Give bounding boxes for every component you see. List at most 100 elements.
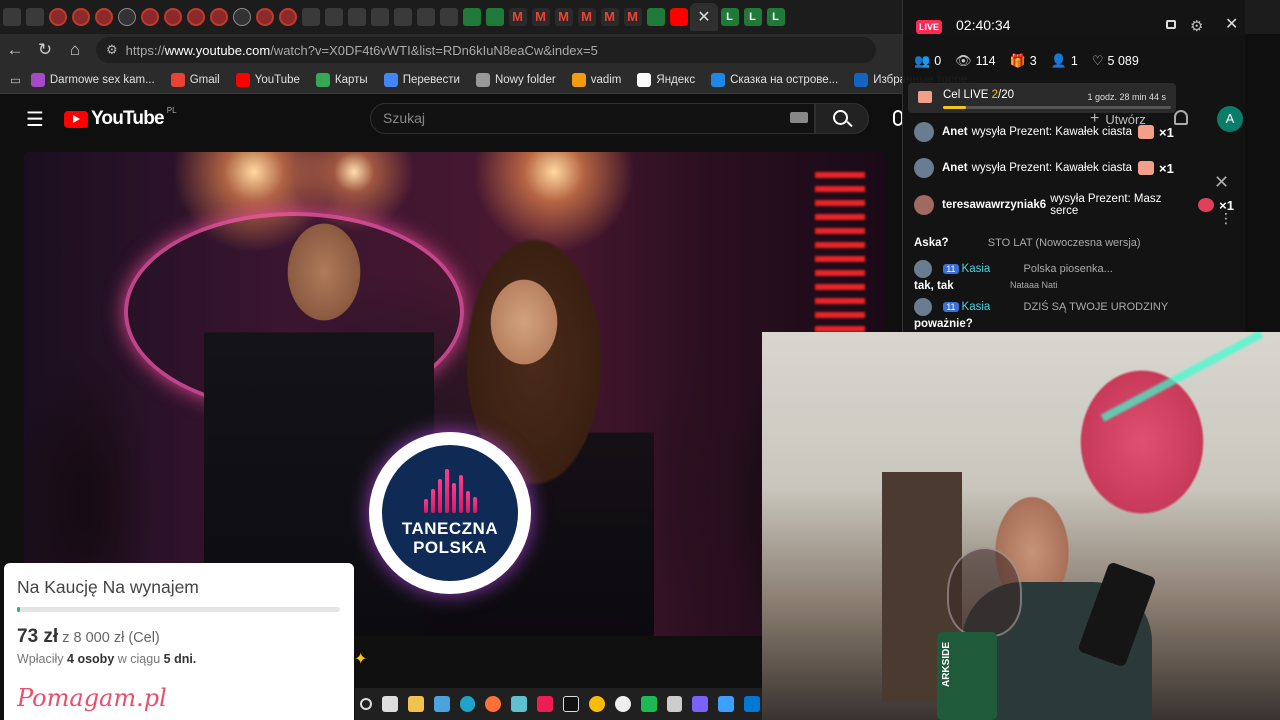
tab-favicon-icon[interactable]: [278, 8, 297, 26]
tab-favicon-icon[interactable]: [71, 8, 90, 26]
reading-list-icon[interactable]: ▭: [10, 73, 21, 87]
tab-favicon-icon[interactable]: [209, 8, 228, 26]
tab-favicon-icon[interactable]: [255, 8, 274, 26]
avatar: [914, 158, 934, 178]
gmail-icon[interactable]: M: [623, 8, 642, 26]
more-options-icon[interactable]: ⋮: [1219, 210, 1233, 227]
tab-favicon-icon[interactable]: [393, 8, 412, 26]
tab-favicon-icon[interactable]: L: [766, 8, 785, 26]
goal-time: 1 godz. 28 min 44 s: [1087, 92, 1166, 102]
bookmark-icon: [315, 72, 330, 87]
tab-favicon-icon[interactable]: [324, 8, 343, 26]
globe-icon[interactable]: [232, 8, 251, 26]
tab-favicon-icon[interactable]: [186, 8, 205, 26]
bookmark-item[interactable]: Darmowe sex kam...: [30, 72, 155, 87]
star-icon[interactable]: [640, 696, 657, 712]
chat-message: 11 Kasia Polska piosenka... tak, tak: [914, 260, 1234, 292]
tab-favicon-icon[interactable]: [485, 8, 504, 26]
bookmark-label: Gmail: [189, 73, 220, 86]
tab-favicon-icon[interactable]: [94, 8, 113, 26]
donation-progress-bar: [17, 607, 340, 612]
tab-favicon-icon[interactable]: L: [743, 8, 762, 26]
back-icon[interactable]: ←: [0, 40, 30, 60]
bookmark-item[interactable]: YouTube: [235, 72, 300, 87]
gmail-icon[interactable]: M: [577, 8, 596, 26]
tab-list-icon[interactable]: [2, 8, 21, 26]
tab-favicon-icon[interactable]: [347, 8, 366, 26]
bookmark-icon: [571, 72, 586, 87]
bookmark-item[interactable]: Gmail: [170, 72, 220, 87]
bookmark-item[interactable]: vadim: [571, 72, 621, 87]
search-icon[interactable]: [360, 698, 372, 710]
tab-favicon-icon[interactable]: [646, 8, 665, 26]
gmail-icon[interactable]: M: [531, 8, 550, 26]
edge-icon[interactable]: [459, 696, 476, 712]
tab-favicon-icon[interactable]: [370, 8, 389, 26]
settings-icon[interactable]: ⚙: [1190, 17, 1203, 35]
file-explorer-icon[interactable]: [407, 696, 424, 712]
close-icon[interactable]: ✕: [1225, 14, 1238, 34]
tab-favicon-icon[interactable]: [48, 8, 67, 26]
tab-favicon-icon[interactable]: [140, 8, 159, 26]
account-avatar[interactable]: A: [1217, 106, 1243, 132]
notifications-icon[interactable]: [1174, 110, 1188, 125]
bookmark-icon: [170, 72, 185, 87]
logo-line-2: POLSKA: [413, 538, 487, 557]
bookmark-item[interactable]: Перевести: [383, 72, 460, 87]
bookmark-icon: [475, 72, 490, 87]
gmail-icon[interactable]: M: [600, 8, 619, 26]
create-label: Utwórz: [1105, 111, 1146, 127]
wine-glass: [947, 547, 1022, 637]
bookmark-item[interactable]: Яндекс: [637, 72, 695, 87]
site-info-icon[interactable]: ⚙: [106, 42, 118, 58]
globe-icon[interactable]: [117, 8, 136, 26]
bookmark-label: Карты: [334, 73, 368, 86]
reload-icon[interactable]: ↻: [30, 40, 60, 60]
create-button[interactable]: + Utwórz: [1090, 110, 1146, 128]
heart-gift-icon: [1198, 198, 1215, 212]
bookmark-item[interactable]: Nowy folder: [475, 72, 556, 87]
task-view-icon[interactable]: [381, 696, 398, 712]
youtube-logo[interactable]: YouTube PL: [63, 106, 177, 130]
menu-icon[interactable]: ☰: [26, 107, 44, 132]
photos-icon[interactable]: [718, 696, 735, 712]
tab-favicon-icon[interactable]: [439, 8, 458, 26]
users-icon: 👥: [914, 53, 931, 68]
avatar: [914, 122, 934, 142]
bookmark-label: Перевести: [402, 73, 460, 86]
tab-favicon-icon[interactable]: [163, 8, 182, 26]
home-icon[interactable]: ⌂: [60, 40, 90, 60]
chrome-icon[interactable]: [588, 696, 605, 712]
gmail-icon[interactable]: M: [508, 8, 527, 26]
bookmark-icon: [637, 72, 652, 87]
donor-count: 4 osoby: [67, 652, 115, 666]
firefox-icon[interactable]: [485, 696, 502, 712]
youtube-icon[interactable]: [669, 8, 688, 26]
plus-icon: +: [1090, 110, 1100, 127]
close-tab-icon[interactable]: ✕: [690, 3, 718, 31]
bookmark-item[interactable]: Сказка на острове...: [711, 72, 838, 87]
tiktok-icon[interactable]: [537, 696, 554, 712]
app-icon[interactable]: [744, 696, 761, 712]
tab-favicon-icon[interactable]: [301, 8, 320, 26]
gmail-icon[interactable]: M: [554, 8, 573, 26]
keyboard-icon[interactable]: [790, 112, 808, 123]
stat-viewers: 👁 114: [955, 53, 996, 68]
bookmark-item[interactable]: Карты: [315, 72, 368, 87]
app-icon[interactable]: [666, 696, 683, 712]
address-bar[interactable]: ⚙ https://www.youtube.com/watch?v=X0DF4t…: [96, 37, 876, 63]
workspaces-icon[interactable]: [25, 8, 44, 26]
tab-favicon-icon[interactable]: [462, 8, 481, 26]
mail-icon[interactable]: [433, 696, 450, 712]
search-button[interactable]: [815, 103, 869, 134]
bookmarks-bar: ▭ Darmowe sex kam... Gmail YouTube Карты Пер…: [0, 66, 977, 94]
app-icon[interactable]: [692, 696, 709, 712]
app-icon[interactable]: [563, 696, 579, 712]
region-code: PL: [166, 106, 177, 115]
search-input[interactable]: Szukaj: [370, 103, 815, 134]
lock-icon[interactable]: [1166, 20, 1176, 29]
tab-favicon-icon[interactable]: [416, 8, 435, 26]
app-icon[interactable]: [614, 696, 631, 712]
tab-favicon-icon[interactable]: L: [720, 8, 739, 26]
app-icon[interactable]: [511, 696, 528, 712]
